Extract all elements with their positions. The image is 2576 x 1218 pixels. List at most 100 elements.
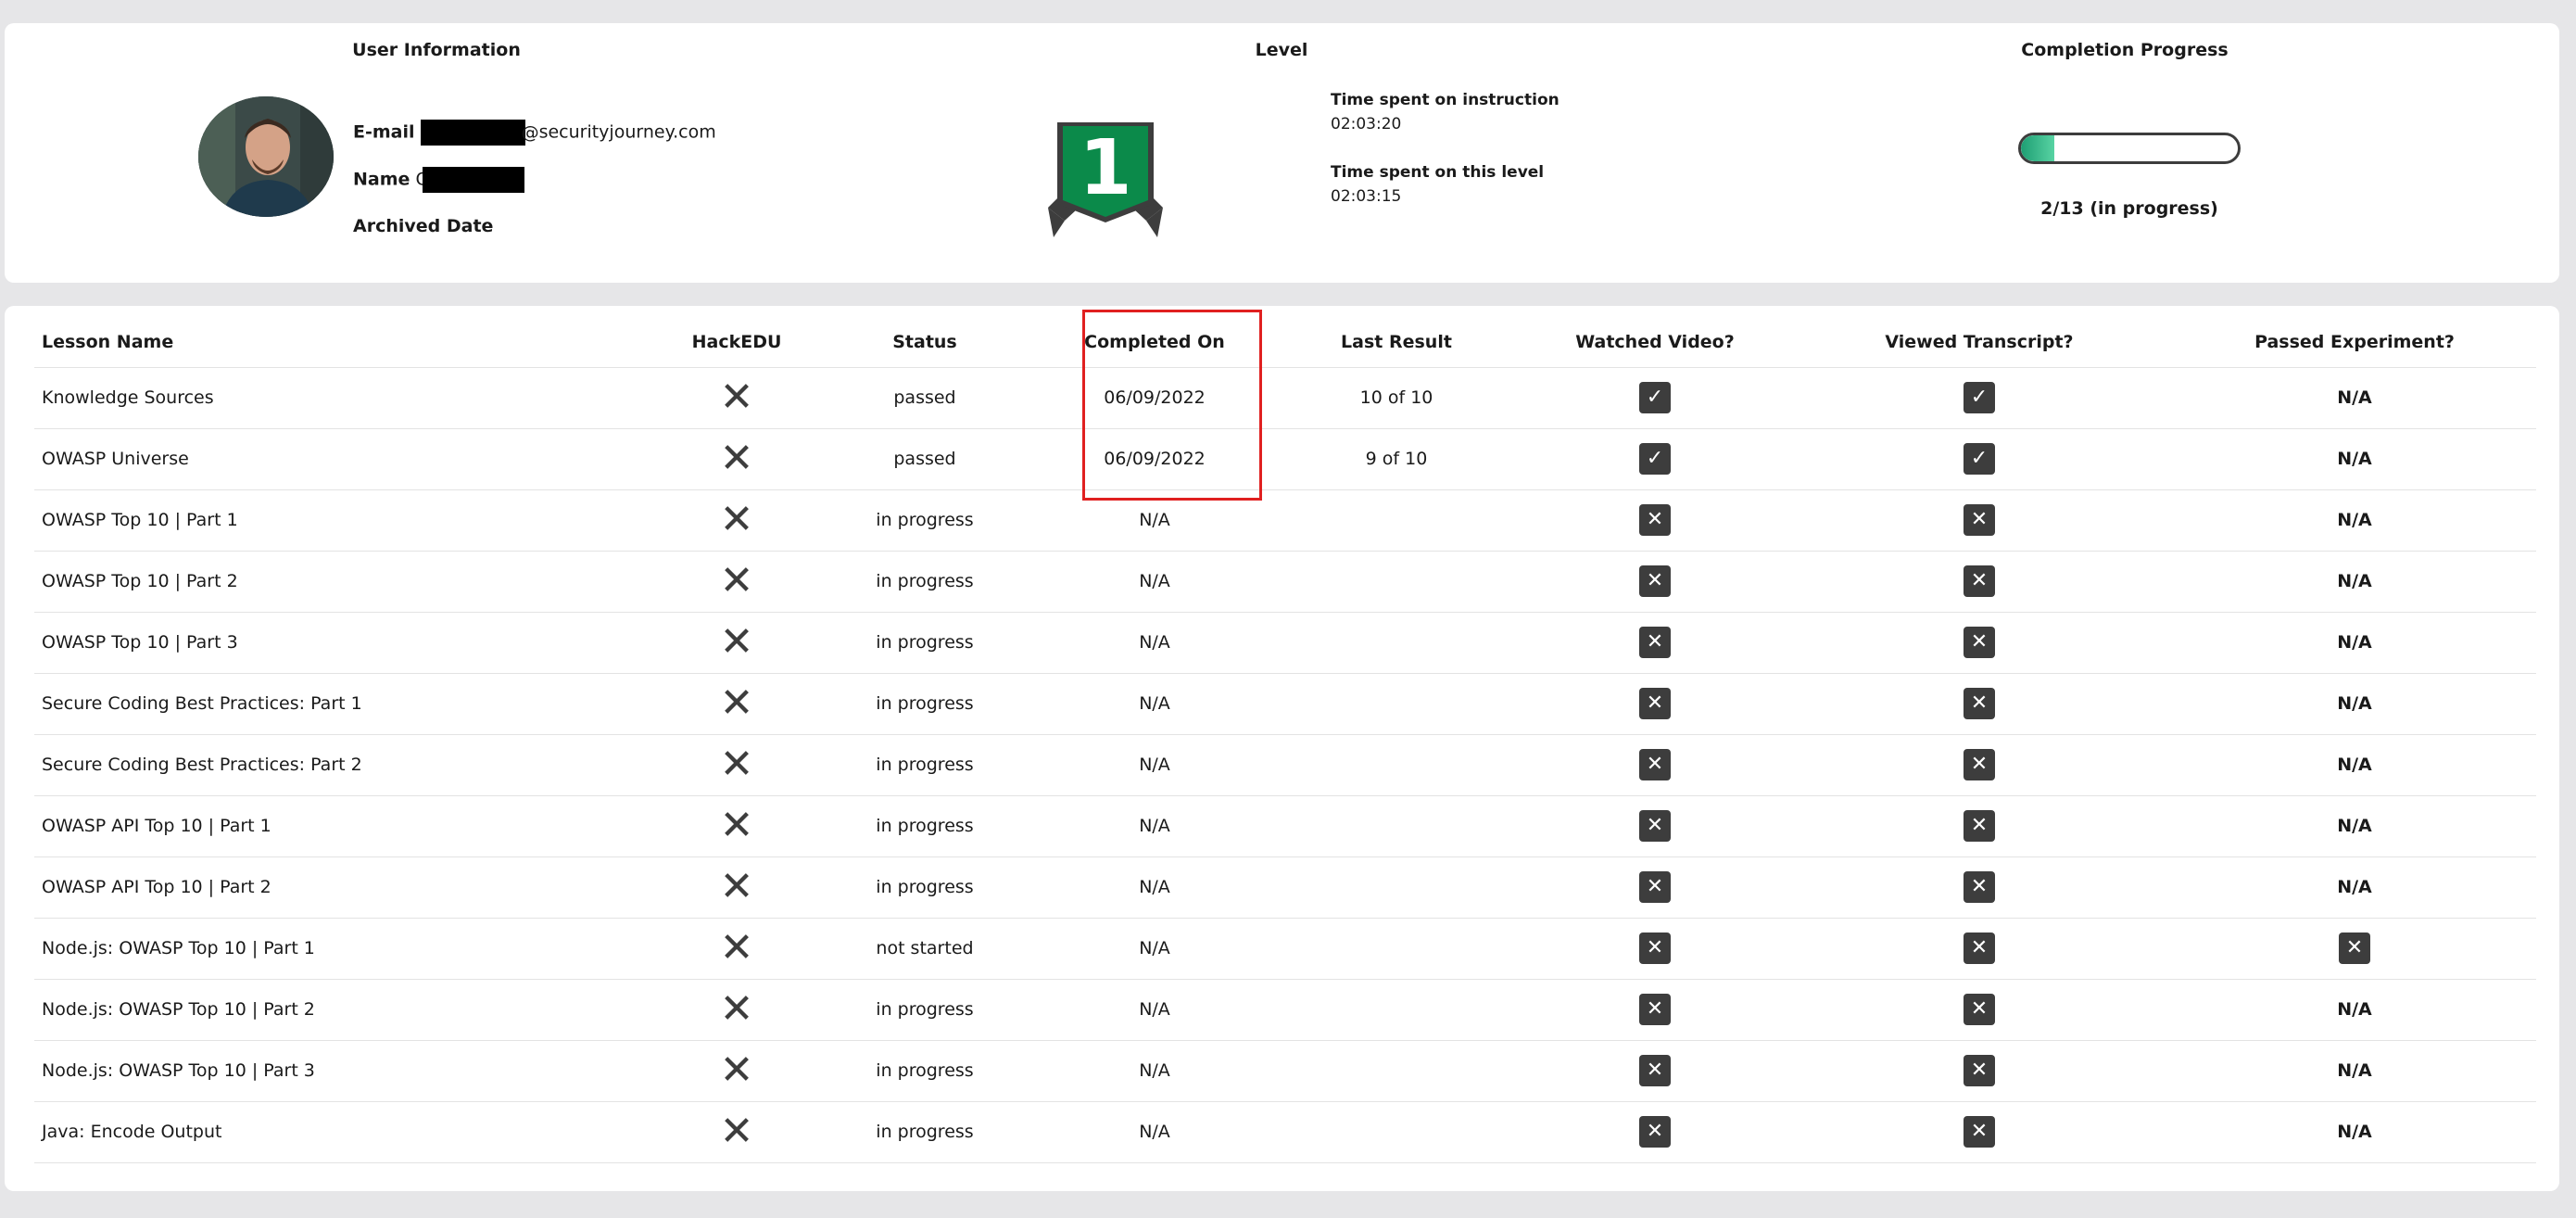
x-box-icon: ✕ [1639, 1055, 1671, 1086]
viewed-transcript-cell: ✕ [1786, 1040, 2173, 1102]
hackedu-cell: ✕ [664, 795, 809, 857]
lesson-name-cell[interactable]: Secure Coding Best Practices: Part 2 [34, 734, 664, 796]
time-instruction-value: 02:03:20 [1331, 115, 1402, 133]
last-result-cell [1269, 795, 1524, 857]
passed-experiment-cell: N/A [2173, 673, 2536, 735]
viewed-transcript-cell: ✕ [1786, 673, 2173, 735]
lesson-name-cell[interactable]: Knowledge Sources [34, 367, 664, 429]
archived-row: Archived Date [353, 216, 493, 236]
completed-on-cell: N/A [1041, 1040, 1269, 1102]
lesson-name-cell[interactable]: OWASP Top 10 | Part 3 [34, 612, 664, 674]
header-passed-experiment[interactable]: Passed Experiment? [2173, 317, 2536, 368]
last-result-cell [1269, 856, 1524, 919]
x-box-icon: ✕ [1639, 871, 1671, 903]
header-viewed-transcript[interactable]: Viewed Transcript? [1786, 317, 2173, 368]
last-result-cell [1269, 1101, 1524, 1163]
viewed-transcript-cell: ✕ [1786, 612, 2173, 674]
x-box-icon: ✕ [1639, 504, 1671, 536]
last-result-cell [1269, 673, 1524, 735]
lesson-name-cell[interactable]: OWASP API Top 10 | Part 2 [34, 856, 664, 919]
completion-progress-bar [2018, 133, 2241, 164]
completed-on-cell: 06/09/2022 [1041, 428, 1269, 490]
passed-experiment-cell: N/A [2173, 551, 2536, 613]
viewed-transcript-cell: ✕ [1786, 489, 2173, 552]
last-result-cell [1269, 489, 1524, 552]
passed-experiment-cell: N/A [2173, 367, 2536, 429]
header-hackedu[interactable]: HackEDU [664, 317, 809, 368]
hackedu-cell: ✕ [664, 1040, 809, 1102]
viewed-transcript-cell: ✕ [1786, 1101, 2173, 1163]
header-status[interactable]: Status [809, 317, 1041, 368]
status-cell: in progress [809, 489, 1041, 552]
watched-video-cell: ✕ [1524, 734, 1786, 796]
x-box-icon: ✕ [1964, 810, 1995, 842]
email-row: E-mail @securityjourney.com [353, 120, 716, 146]
lesson-name-cell[interactable]: Secure Coding Best Practices: Part 1 [34, 673, 664, 735]
passed-experiment-cell: ✕ [2173, 918, 2536, 980]
archived-date-label: Archived Date [353, 216, 494, 236]
completed-on-cell: 06/09/2022 [1041, 367, 1269, 429]
lesson-name-cell[interactable]: OWASP Top 10 | Part 2 [34, 551, 664, 613]
hackedu-x-icon: ✕ [719, 374, 754, 421]
passed-experiment-cell: N/A [2173, 734, 2536, 796]
name-row: Name C [353, 167, 524, 193]
header-lesson-name[interactable]: Lesson Name [34, 317, 664, 368]
hackedu-x-icon: ✕ [719, 496, 754, 543]
lesson-name-cell[interactable]: OWASP Top 10 | Part 1 [34, 489, 664, 552]
watched-video-cell: ✕ [1524, 918, 1786, 980]
name-label: Name [353, 169, 410, 190]
x-box-icon: ✕ [1964, 688, 1995, 719]
watched-video-cell: ✕ [1524, 795, 1786, 857]
header-completed-on[interactable]: Completed On [1041, 317, 1269, 368]
hackedu-x-icon: ✕ [719, 1108, 754, 1155]
lesson-name-cell[interactable]: OWASP API Top 10 | Part 1 [34, 795, 664, 857]
lesson-name-cell[interactable]: Java: Encode Output [34, 1101, 664, 1163]
passed-experiment-cell: N/A [2173, 979, 2536, 1041]
hackedu-x-icon: ✕ [719, 557, 754, 604]
header-last-result[interactable]: Last Result [1269, 317, 1524, 368]
table-header-row: Lesson Name HackEDU Status Completed On … [34, 317, 2536, 368]
hackedu-cell: ✕ [664, 551, 809, 613]
viewed-transcript-cell: ✕ [1786, 795, 2173, 857]
x-box-icon: ✕ [1964, 627, 1995, 658]
hackedu-x-icon: ✕ [719, 1047, 754, 1094]
check-box-icon: ✓ [1964, 443, 1995, 475]
table-row: Node.js: OWASP Top 10 | Part 2 ✕ in progre… [34, 979, 2536, 1041]
watched-video-cell: ✕ [1524, 673, 1786, 735]
lesson-name-cell[interactable]: OWASP Universe [34, 428, 664, 490]
hackedu-cell: ✕ [664, 612, 809, 674]
hackedu-x-icon: ✕ [719, 741, 754, 788]
level-badge-icon: 1 [1041, 98, 1170, 242]
hackedu-x-icon: ✕ [719, 863, 754, 910]
lesson-name-cell[interactable]: Node.js: OWASP Top 10 | Part 3 [34, 1040, 664, 1102]
header-watched-video[interactable]: Watched Video? [1524, 317, 1786, 368]
x-box-icon: ✕ [1964, 565, 1995, 597]
watched-video-cell: ✕ [1524, 1040, 1786, 1102]
completed-on-cell: N/A [1041, 979, 1269, 1041]
completed-on-cell: N/A [1041, 918, 1269, 980]
time-level-value: 02:03:15 [1331, 187, 1402, 206]
user-information-heading: User Information [352, 40, 521, 60]
completed-on-cell: N/A [1041, 795, 1269, 857]
level-heading: Level [1255, 40, 1308, 60]
lesson-name-cell[interactable]: Node.js: OWASP Top 10 | Part 1 [34, 918, 664, 980]
check-box-icon: ✓ [1964, 382, 1995, 413]
x-box-icon: ✕ [1639, 565, 1671, 597]
hackedu-x-icon: ✕ [719, 985, 754, 1033]
viewed-transcript-cell: ✕ [1786, 734, 2173, 796]
lesson-name-cell[interactable]: Node.js: OWASP Top 10 | Part 2 [34, 979, 664, 1041]
hackedu-cell: ✕ [664, 734, 809, 796]
completion-progress-heading: Completion Progress [2021, 40, 2229, 60]
x-box-icon: ✕ [1964, 504, 1995, 536]
viewed-transcript-cell: ✕ [1786, 856, 2173, 919]
last-result-cell [1269, 734, 1524, 796]
x-box-icon: ✕ [1639, 1116, 1671, 1148]
hackedu-cell: ✕ [664, 979, 809, 1041]
x-box-icon: ✕ [1964, 871, 1995, 903]
time-level-label: Time spent on this level [1331, 163, 1545, 182]
hackedu-cell: ✕ [664, 918, 809, 980]
table-row: Knowledge Sources ✕ passed 06/09/2022 10 of … [34, 367, 2536, 429]
status-cell: in progress [809, 979, 1041, 1041]
hackedu-cell: ✕ [664, 367, 809, 429]
hackedu-x-icon: ✕ [719, 435, 754, 482]
